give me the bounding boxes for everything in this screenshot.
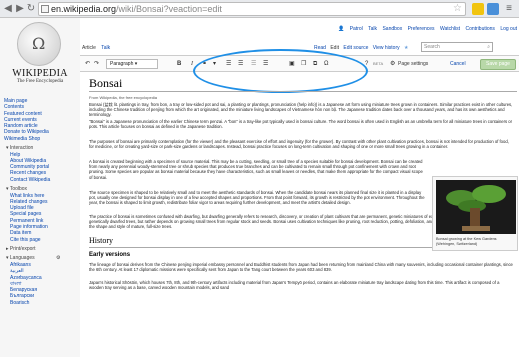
- personal-link-logout[interactable]: Log out: [500, 26, 517, 32]
- paragraph-format-value: Paragraph: [110, 61, 134, 67]
- personal-tools: 👤 Patrol Talk Sandbox Preferences Watchl…: [334, 26, 517, 32]
- interaction-section-title: Interaction: [9, 145, 34, 152]
- page-icon: [41, 5, 49, 13]
- tab-edit-source[interactable]: Edit source: [343, 45, 368, 51]
- bookmark-star-icon[interactable]: ☆: [453, 3, 462, 15]
- article-paragraph[interactable]: "Bonsai" is a Japanese pronunciation of …: [89, 119, 513, 129]
- back-icon[interactable]: ◀: [2, 3, 14, 15]
- languages-section-title: Languages: [9, 255, 35, 262]
- extension-icon[interactable]: [472, 3, 484, 15]
- pot-shape: [462, 226, 490, 231]
- search-input[interactable]: Search ⌕: [421, 42, 493, 52]
- url-host: en.wikipedia.org: [51, 4, 117, 14]
- paragraph-format-select[interactable]: Paragraph ▾: [106, 59, 158, 69]
- article-paragraph[interactable]: Japan's historical Shōsōin, which houses…: [89, 280, 513, 290]
- user-icon: 👤: [338, 26, 345, 32]
- toolbox-section-title: Toolbox: [9, 186, 28, 193]
- article-paragraph[interactable]: Bonsai (盆栽 lit. plantings in tray, from …: [89, 102, 513, 118]
- subsection-heading-early: Early versions: [89, 252, 131, 258]
- trunk-shape: [470, 208, 480, 228]
- gear-icon[interactable]: ⚙: [56, 255, 60, 261]
- sidebar-navigation: Main page Contents Featured content Curr…: [4, 98, 78, 306]
- tagline: From Wikipedia, the free encyclopedia: [89, 95, 158, 100]
- language-link[interactable]: Boarisch: [10, 300, 78, 306]
- watch-star-icon[interactable]: ★: [404, 45, 408, 51]
- address-bar[interactable]: en.wikipedia.org/wiki/Bonsai?veaction=ed…: [38, 2, 466, 16]
- title-divider: [89, 91, 517, 92]
- sidebar-item-contact[interactable]: Contact Wikipedia: [10, 177, 78, 183]
- page-settings-button[interactable]: Page settings: [398, 59, 428, 69]
- article-paragraph[interactable]: The source specimen is shaped to be rela…: [89, 190, 427, 206]
- browser-toolbar: ◀ ▶ ↻ en.wikipedia.org/wiki/Bonsai?veact…: [0, 0, 519, 18]
- personal-link-patrol[interactable]: Patrol: [350, 26, 363, 32]
- wikipedia-globe-logo[interactable]: [17, 22, 61, 66]
- search-placeholder: Search: [424, 44, 440, 50]
- section-heading-history: History: [89, 236, 113, 245]
- tab-article[interactable]: Article: [82, 45, 96, 51]
- view-tabs: Read Edit Edit source View history ★: [314, 45, 412, 51]
- sidebar-item-cite[interactable]: Cite this page: [10, 237, 78, 243]
- image-thumbnail[interactable]: Bonsai growing at the Kew Gardens (Wehin…: [432, 176, 518, 251]
- personal-link-contributions[interactable]: Contributions: [465, 26, 494, 32]
- tab-view-history[interactable]: View history: [373, 45, 400, 51]
- image-caption: Bonsai growing at the Kew Gardens (Wehin…: [436, 237, 497, 246]
- print-section-title: Print/export: [9, 245, 36, 252]
- save-page-button[interactable]: Save page: [480, 59, 516, 70]
- highlight-annotation: [193, 49, 368, 93]
- bonsai-image[interactable]: [436, 180, 516, 234]
- reload-icon[interactable]: ↻: [25, 3, 37, 15]
- sidebar-item-shop[interactable]: Wikimedia Shop: [4, 136, 78, 142]
- redo-icon[interactable]: ↷: [94, 59, 99, 69]
- tab-talk[interactable]: Talk: [101, 45, 110, 51]
- personal-link-watchlist[interactable]: Watchlist: [440, 26, 460, 32]
- personal-link-talk[interactable]: Talk: [368, 26, 377, 32]
- logo-title: WIKIPEDIA: [12, 68, 68, 79]
- search-icon[interactable]: ⌕: [487, 44, 490, 50]
- content-area: 👤 Patrol Talk Sandbox Preferences Watchl…: [80, 18, 519, 357]
- namespace-tabs: Article Talk: [82, 45, 114, 51]
- personal-link-preferences[interactable]: Preferences: [408, 26, 435, 32]
- article-paragraph[interactable]: The lineage of bonsai derives from the C…: [89, 262, 513, 272]
- bold-button[interactable]: B: [177, 59, 181, 69]
- print-section-toggle[interactable]: ▸ Print/export: [4, 246, 78, 253]
- extension-icon[interactable]: [487, 3, 499, 15]
- page-title: Bonsai: [89, 76, 123, 90]
- cancel-button[interactable]: Cancel: [450, 59, 466, 69]
- personal-link-sandbox[interactable]: Sandbox: [382, 26, 402, 32]
- sidebar: WIKIPEDIA The Free Encyclopedia Main pag…: [0, 18, 80, 357]
- beta-label: BETA: [373, 61, 384, 66]
- article-paragraph[interactable]: A bonsai is created beginning with a spe…: [89, 159, 427, 180]
- logo-subtitle: The Free Encyclopedia: [16, 79, 64, 84]
- menu-icon[interactable]: ≡: [503, 3, 515, 15]
- page-settings-icon[interactable]: ⚙: [390, 59, 395, 69]
- article-paragraph[interactable]: The purposes of bonsai are primarily con…: [89, 139, 513, 149]
- undo-icon[interactable]: ↶: [85, 59, 90, 69]
- url-path: /wiki/Bonsai?veaction=edit: [116, 4, 222, 14]
- tab-edit[interactable]: Edit: [330, 45, 339, 51]
